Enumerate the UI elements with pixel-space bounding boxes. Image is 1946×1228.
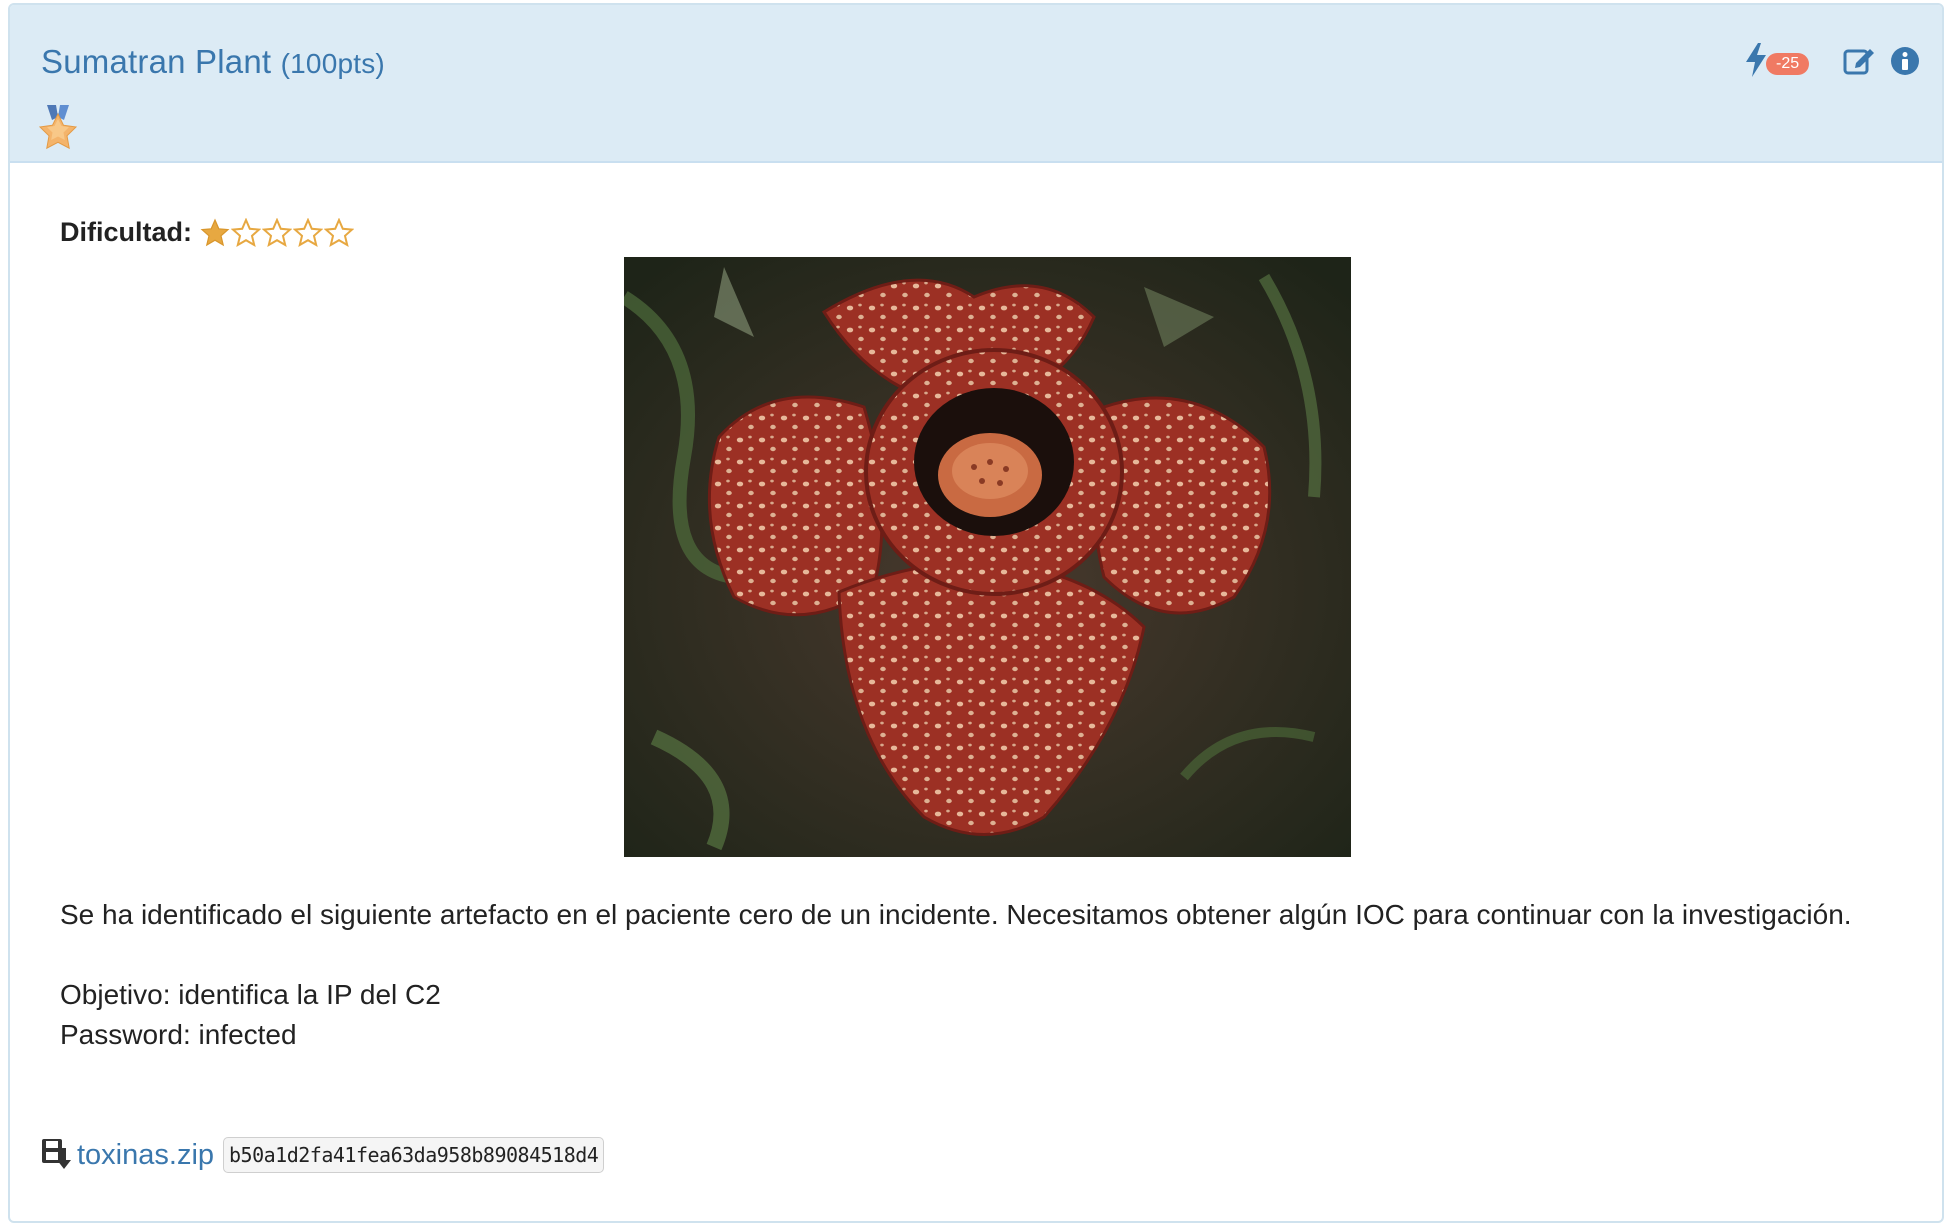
difficulty-label: Dificultad: — [60, 217, 192, 247]
objective-text: Objetivo: identifica la IP del C2 — [60, 979, 441, 1010]
star-empty-icon — [231, 217, 261, 247]
star-empty-icon — [262, 217, 292, 247]
penalty-badge: -25 — [1766, 53, 1810, 75]
rafflesia-flower-illustration — [624, 257, 1351, 857]
challenge-name: Sumatran Plant — [41, 43, 272, 80]
file-hash: b50a1d2fa41fea63da958b89084518d4 — [223, 1137, 605, 1173]
download-file-icon — [42, 1139, 71, 1169]
download-link[interactable]: toxinas.zip — [77, 1139, 214, 1172]
difficulty-stars — [200, 217, 355, 248]
password-text: Password: infected — [60, 1019, 297, 1050]
attachment-row: toxinas.zip b50a1d2fa41fea63da958b890845… — [41, 1137, 605, 1173]
challenge-image — [624, 257, 1351, 857]
hint-penalty[interactable]: -25 — [1744, 41, 1822, 81]
star-filled-icon — [200, 217, 230, 246]
challenge-points: (100pts) — [280, 48, 385, 79]
header-actions: -25 — [1744, 41, 1920, 81]
edit-icon[interactable] — [1842, 44, 1876, 78]
star-empty-icon — [293, 217, 323, 247]
difficulty: Dificultad: — [60, 217, 355, 248]
challenge-title: Sumatran Plant (100pts) — [41, 43, 385, 81]
bolt-icon — [1746, 43, 1766, 77]
medal-star-icon — [38, 105, 78, 150]
star-empty-icon — [324, 217, 354, 247]
challenge-panel: Sumatran Plant (100pts) -25 Dificultad: … — [8, 3, 1944, 1223]
challenge-header: Sumatran Plant (100pts) -25 — [10, 5, 1942, 163]
challenge-description: Se ha identificado el siguiente artefact… — [60, 895, 1920, 1055]
description-text: Se ha identificado el siguiente artefact… — [60, 899, 1852, 930]
info-icon[interactable] — [1890, 46, 1920, 76]
